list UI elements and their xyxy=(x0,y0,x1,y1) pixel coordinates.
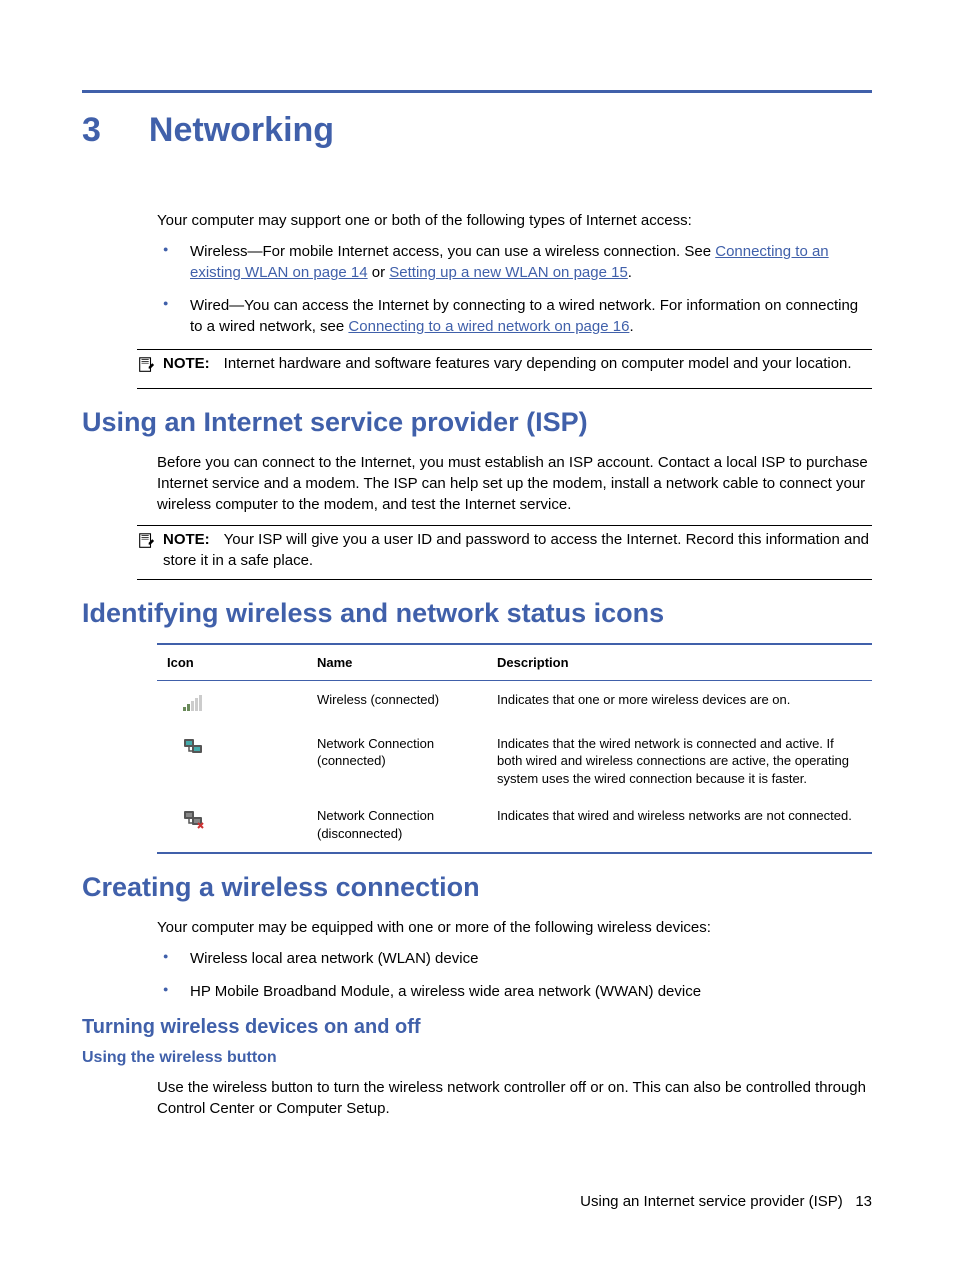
link-wired-network[interactable]: Connecting to a wired network on page 16 xyxy=(348,318,629,335)
th-desc: Description xyxy=(497,655,872,670)
creating-heading: Creating a wireless connection xyxy=(82,872,872,903)
access-type-list: Wireless—For mobile Internet access, you… xyxy=(157,241,872,337)
wireless-button-body: Use the wireless button to turn the wire… xyxy=(157,1077,872,1119)
th-name: Name xyxy=(317,655,497,670)
list-item: Wireless local area network (WLAN) devic… xyxy=(157,948,872,969)
status-icons-table: Icon Name Description Wireless (connecte… xyxy=(157,643,872,855)
note-box: NOTE: Internet hardware and software feat… xyxy=(137,349,872,389)
chapter-name: Networking xyxy=(149,111,334,150)
list-item: HP Mobile Broadband Module, a wireless w… xyxy=(157,981,872,1002)
table-row: Network Connection (connected) Indicates… xyxy=(157,725,872,798)
isp-heading: Using an Internet service provider (ISP) xyxy=(82,407,872,438)
note-box: NOTE:Your ISP will give you a user ID an… xyxy=(137,525,872,580)
chapter-title: 3 Networking xyxy=(82,111,872,150)
isp-body: Before you can connect to the Internet, … xyxy=(157,452,872,515)
turning-heading: Turning wireless devices on and off xyxy=(82,1016,872,1039)
footer-text: Using an Internet service provider (ISP) xyxy=(580,1193,843,1210)
table-row: Wireless (connected) Indicates that one … xyxy=(157,681,872,725)
note-text: Internet hardware and software features … xyxy=(224,355,852,372)
note-label: NOTE: xyxy=(163,355,210,372)
note-text: Your ISP will give you a user ID and pas… xyxy=(163,531,869,568)
table-row: Network Connection (disconnected) Indica… xyxy=(157,797,872,852)
wireless-button-heading: Using the wireless button xyxy=(82,1049,872,1067)
creating-intro: Your computer may be equipped with one o… xyxy=(157,917,872,938)
wireless-connected-icon xyxy=(157,691,317,715)
note-icon xyxy=(137,354,163,380)
table-header-row: Icon Name Description xyxy=(157,645,872,681)
note-icon xyxy=(137,530,163,571)
note-label: NOTE: xyxy=(163,531,210,548)
th-icon: Icon xyxy=(157,655,317,670)
page-number: 13 xyxy=(855,1193,872,1210)
page-footer: Using an Internet service provider (ISP)… xyxy=(580,1193,872,1210)
network-connected-icon xyxy=(157,735,317,759)
link-setup-wlan[interactable]: Setting up a new WLAN on page 15 xyxy=(389,264,628,281)
list-item: Wireless—For mobile Internet access, you… xyxy=(157,241,872,283)
intro-text: Your computer may support one or both of… xyxy=(157,210,872,231)
chapter-number: 3 xyxy=(82,111,101,150)
wireless-devices-list: Wireless local area network (WLAN) devic… xyxy=(157,948,872,1002)
icons-heading: Identifying wireless and network status … xyxy=(82,598,872,629)
network-disconnected-icon xyxy=(157,807,317,831)
top-rule xyxy=(82,90,872,93)
list-item: Wired—You can access the Internet by con… xyxy=(157,295,872,337)
